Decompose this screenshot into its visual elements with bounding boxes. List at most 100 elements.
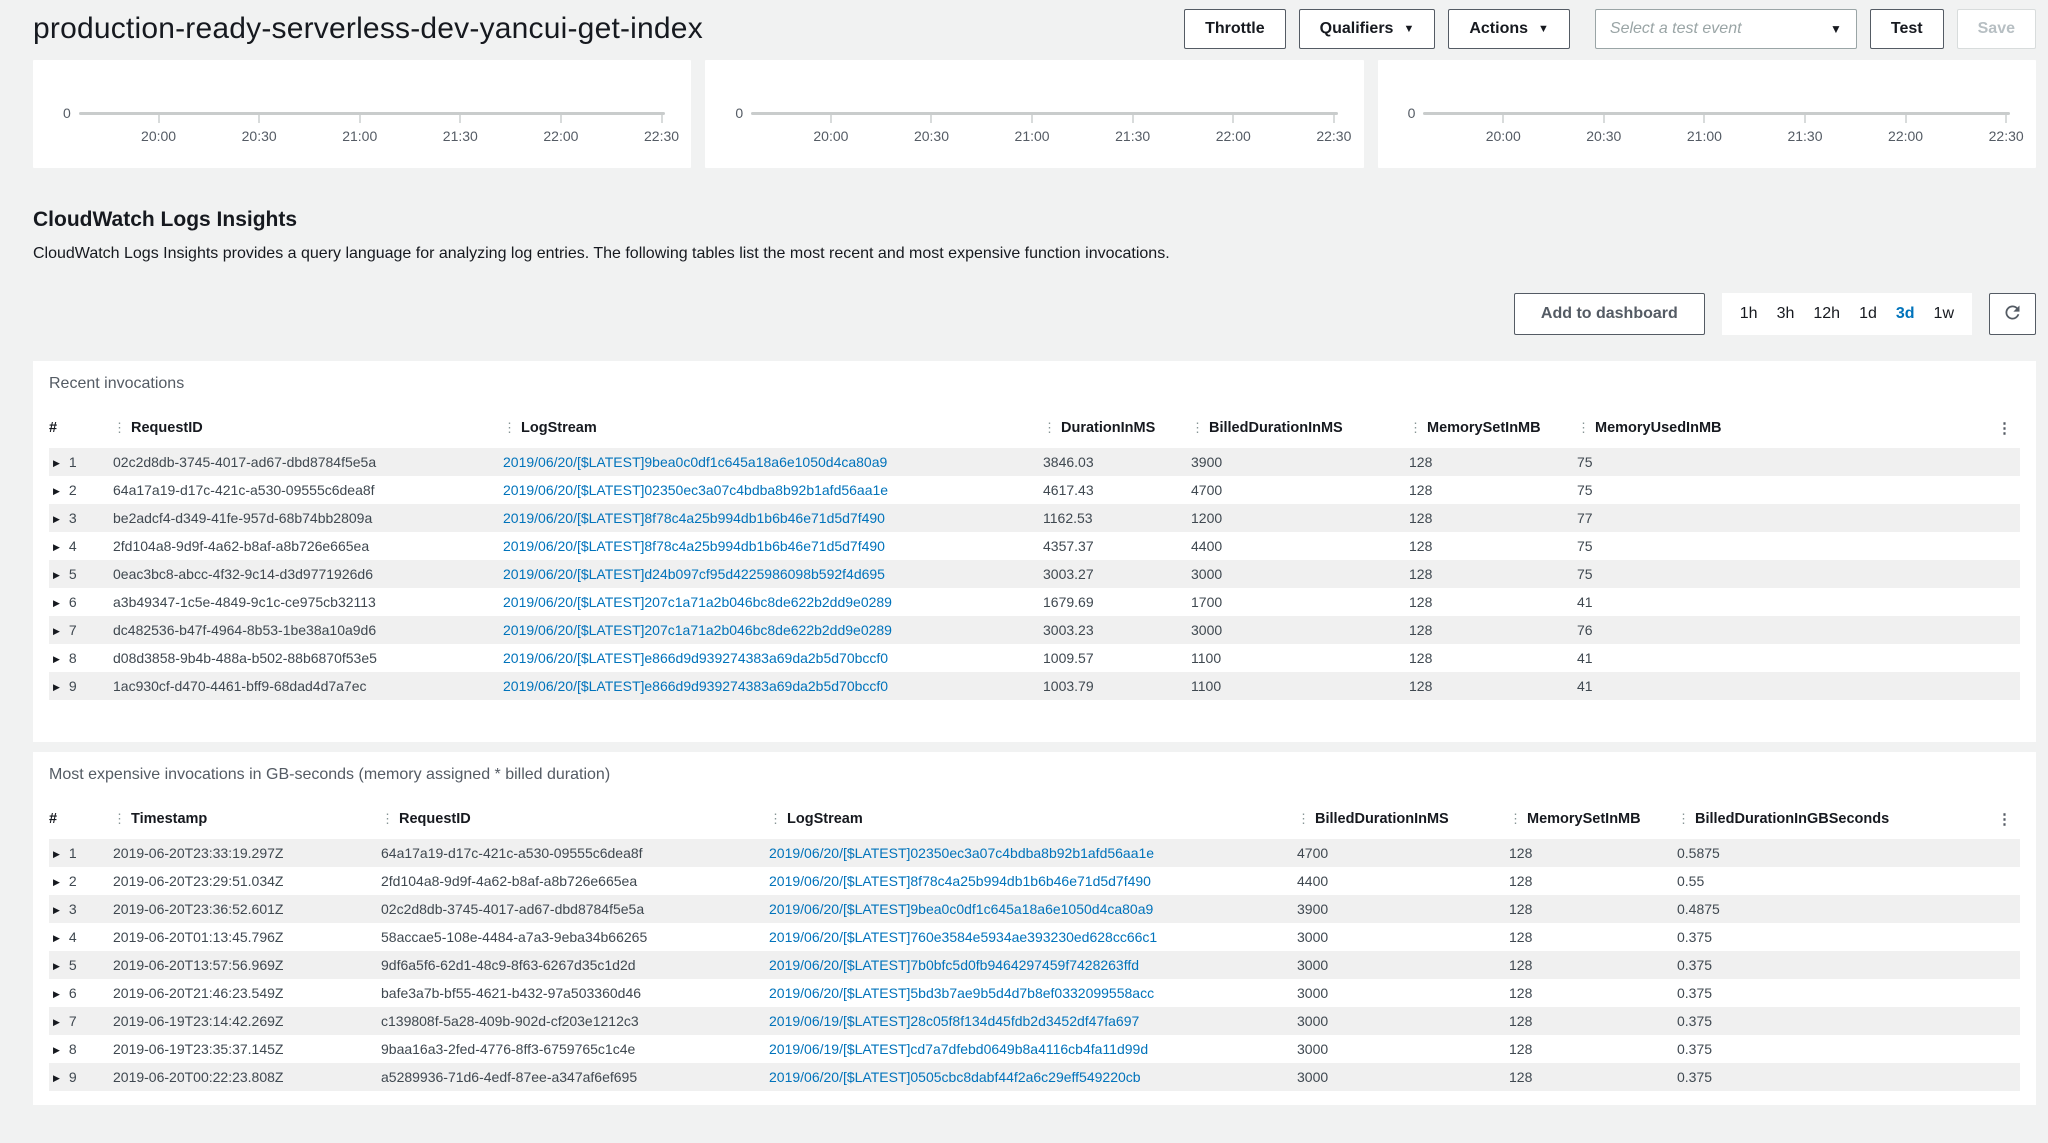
row-number: 5	[69, 957, 77, 973]
logstream-link[interactable]: 2019/06/20/[$LATEST]7b0bfc5d0fb946429745…	[769, 957, 1139, 973]
time-range-12h[interactable]: 12h	[1813, 305, 1840, 323]
logstream-link[interactable]: 2019/06/20/[$LATEST]d24b097cf95d42259860…	[503, 566, 885, 582]
expand-row-icon[interactable]: ▶	[53, 849, 60, 860]
logstream-link[interactable]: 2019/06/20/[$LATEST]207c1a71a2b046bc8de6…	[503, 622, 892, 638]
table-cell	[1994, 867, 2020, 895]
expand-row-icon[interactable]: ▶	[53, 598, 60, 609]
time-range-3d[interactable]: 3d	[1896, 305, 1915, 323]
logstream-cell: 2019/06/20/[$LATEST]7b0bfc5d0fb946429745…	[769, 951, 1297, 979]
row-number: 9	[69, 678, 77, 694]
logstream-cell: 2019/06/20/[$LATEST]5bd3b7ae9b5d4d7b8ef0…	[769, 979, 1297, 1007]
table-cell: 0.375	[1677, 979, 1994, 1007]
expand-row-icon[interactable]: ▶	[53, 682, 60, 693]
table-cell: 9baa16a3-2fed-4776-8ff3-6759765c1c4e	[381, 1035, 769, 1063]
vertical-dots-icon: ⋮	[1043, 420, 1056, 435]
logstream-link[interactable]: 2019/06/20/[$LATEST]02350ec3a07c4bdba8b9…	[503, 482, 888, 498]
widget-menu-icon[interactable]: ⋮	[1997, 811, 2012, 828]
logstream-link[interactable]: 2019/06/20/[$LATEST]760e3584e5934ae39323…	[769, 929, 1157, 945]
chart-tick-label: 20:30	[1586, 128, 1621, 144]
row-number: 4	[69, 538, 77, 554]
expand-row-icon[interactable]: ▶	[53, 514, 60, 525]
table-header-row: #⋮Timestamp⋮RequestID⋮LogStream⋮BilledDu…	[49, 802, 2020, 839]
table-cell: 128	[1409, 532, 1577, 560]
chart-tick	[158, 115, 160, 123]
table-cell: 64a17a19-d17c-421c-a530-09555c6dea8f	[113, 476, 503, 504]
table-cell: 0.5875	[1677, 839, 1994, 867]
time-range-1d[interactable]: 1d	[1859, 305, 1877, 323]
expand-row-icon[interactable]: ▶	[53, 933, 60, 944]
column-label: LogStream	[521, 420, 597, 436]
expand-row-icon[interactable]: ▶	[53, 486, 60, 497]
expand-row-icon[interactable]: ▶	[53, 570, 60, 581]
expensive-invocations-panel: Most expensive invocations in GB-seconds…	[33, 752, 2036, 1105]
add-to-dashboard-label: Add to dashboard	[1541, 305, 1678, 323]
qualifiers-button[interactable]: Qualifiers ▼	[1299, 9, 1436, 49]
expand-row-icon[interactable]: ▶	[53, 542, 60, 553]
table-row: ▶62019-06-20T21:46:23.549Zbafe3a7b-bf55-…	[49, 979, 2020, 1007]
chart-tick-label: 21:00	[1687, 128, 1722, 144]
table-cell: 1009.57	[1043, 644, 1191, 672]
expand-row-icon[interactable]: ▶	[53, 961, 60, 972]
add-to-dashboard-button[interactable]: Add to dashboard	[1514, 293, 1705, 335]
table-row: ▶264a17a19-d17c-421c-a530-09555c6dea8f20…	[49, 476, 2020, 504]
table-cell: 0eac3bc8-abcc-4f32-9c14-d3d9771926d6	[113, 560, 503, 588]
table-cell: 0.375	[1677, 923, 1994, 951]
logstream-link[interactable]: 2019/06/20/[$LATEST]207c1a71a2b046bc8de6…	[503, 594, 892, 610]
logstream-link[interactable]: 2019/06/20/[$LATEST]9bea0c0df1c645a18a6e…	[503, 454, 887, 470]
table-cell	[1994, 504, 2020, 532]
logstream-link[interactable]: 2019/06/20/[$LATEST]e866d9d939274383a69d…	[503, 650, 888, 666]
time-range-selector: 1h 3h 12h 1d 3d 1w	[1722, 293, 1972, 335]
logstream-link[interactable]: 2019/06/19/[$LATEST]28c05f8f134d45fdb2d3…	[769, 1013, 1139, 1029]
logstream-link[interactable]: 2019/06/20/[$LATEST]8f78c4a25b994db1b6b4…	[503, 510, 885, 526]
table-cell	[1994, 672, 2020, 700]
row-index-cell: ▶9	[49, 1063, 113, 1091]
logstream-link[interactable]: 2019/06/20/[$LATEST]02350ec3a07c4bdba8b9…	[769, 845, 1154, 861]
table-cell: 02c2d8db-3745-4017-ad67-dbd8784f5e5a	[381, 895, 769, 923]
time-range-1w[interactable]: 1w	[1934, 305, 1954, 323]
chart-tick	[930, 115, 932, 123]
logstream-link[interactable]: 2019/06/20/[$LATEST]9bea0c0df1c645a18a6e…	[769, 901, 1153, 917]
table-cell: 3846.03	[1043, 448, 1191, 476]
refresh-button[interactable]	[1989, 293, 2036, 335]
test-event-select[interactable]: Select a test event ▼	[1595, 9, 1857, 49]
save-button[interactable]: Save	[1957, 9, 2036, 49]
column-label: MemoryUsedInMB	[1595, 420, 1722, 436]
test-button-label: Test	[1891, 20, 1923, 38]
widget-menu-icon[interactable]: ⋮	[1997, 420, 2012, 437]
expand-row-icon[interactable]: ▶	[53, 1073, 60, 1084]
chart-tick	[1502, 115, 1504, 123]
expand-row-icon[interactable]: ▶	[53, 458, 60, 469]
expand-row-icon[interactable]: ▶	[53, 1045, 60, 1056]
throttle-button[interactable]: Throttle	[1184, 9, 1286, 49]
expand-row-icon[interactable]: ▶	[53, 626, 60, 637]
table-cell: 1200	[1191, 504, 1409, 532]
time-range-1h[interactable]: 1h	[1740, 305, 1758, 323]
table-cell: a3b49347-1c5e-4849-9c1c-ce975cb32113	[113, 588, 503, 616]
actions-button[interactable]: Actions ▼	[1448, 9, 1570, 49]
table-cell: 128	[1409, 504, 1577, 532]
test-button[interactable]: Test	[1870, 9, 1944, 49]
expand-row-icon[interactable]: ▶	[53, 905, 60, 916]
logstream-link[interactable]: 2019/06/20/[$LATEST]5bd3b7ae9b5d4d7b8ef0…	[769, 985, 1154, 1001]
logstream-link[interactable]: 2019/06/20/[$LATEST]e866d9d939274383a69d…	[503, 678, 888, 694]
logstream-link[interactable]: 2019/06/20/[$LATEST]8f78c4a25b994db1b6b4…	[503, 538, 885, 554]
row-index-cell: ▶8	[49, 644, 113, 672]
logstream-link[interactable]: 2019/06/20/[$LATEST]0505cbc8dabf44f2a6c2…	[769, 1069, 1141, 1085]
logstream-link[interactable]: 2019/06/19/[$LATEST]cd7a7dfebd0649b8a411…	[769, 1041, 1148, 1057]
table-cell: 2fd104a8-9d9f-4a62-b8af-a8b726e665ea	[381, 867, 769, 895]
expand-row-icon[interactable]: ▶	[53, 877, 60, 888]
row-number: 2	[69, 873, 77, 889]
expand-row-icon[interactable]: ▶	[53, 989, 60, 1000]
logstream-cell: 2019/06/20/[$LATEST]207c1a71a2b046bc8de6…	[503, 588, 1043, 616]
time-range-3h[interactable]: 3h	[1777, 305, 1795, 323]
expand-row-icon[interactable]: ▶	[53, 1017, 60, 1028]
table-cell	[1994, 839, 2020, 867]
table-cell: 3000	[1297, 951, 1509, 979]
table-cell: 1003.79	[1043, 672, 1191, 700]
table-cell: 3003.23	[1043, 616, 1191, 644]
table-cell: 128	[1509, 867, 1677, 895]
table-cell	[1994, 1063, 2020, 1091]
logstream-link[interactable]: 2019/06/20/[$LATEST]8f78c4a25b994db1b6b4…	[769, 873, 1151, 889]
expand-row-icon[interactable]: ▶	[53, 654, 60, 665]
insights-description: CloudWatch Logs Insights provides a quer…	[33, 245, 2036, 263]
